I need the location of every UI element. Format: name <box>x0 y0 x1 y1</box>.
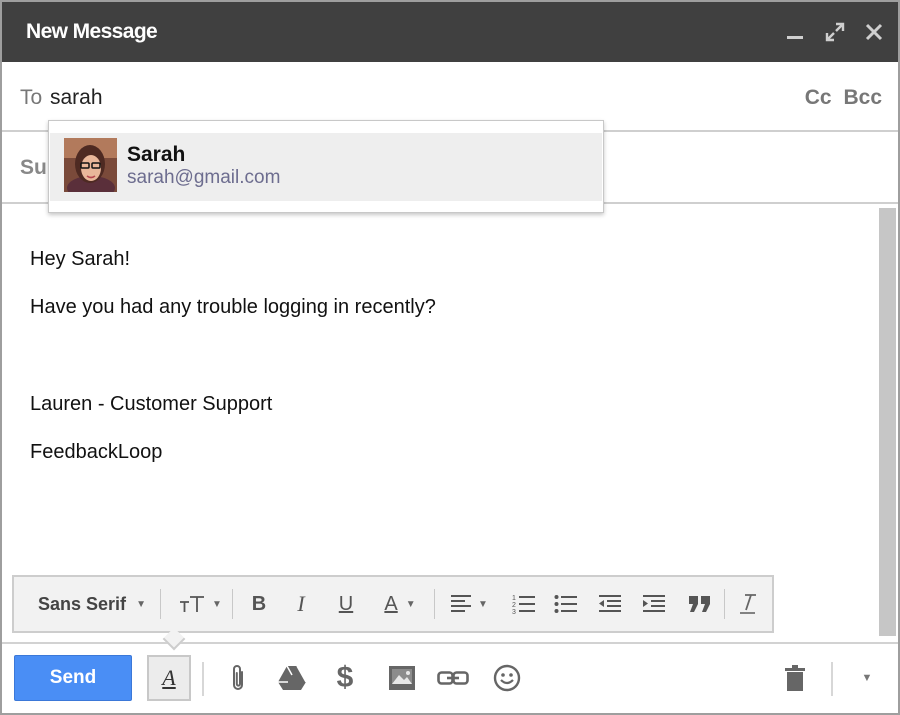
toolbar-divider <box>434 589 435 619</box>
align-icon[interactable]: ▼ <box>440 577 498 631</box>
indent-less-icon[interactable] <box>588 577 632 631</box>
minimize-icon[interactable] <box>780 16 810 48</box>
compose-header: New Message <box>2 2 898 62</box>
attach-icon[interactable] <box>218 656 258 700</box>
expand-icon[interactable] <box>820 16 850 48</box>
toolbar-divider <box>831 662 833 696</box>
suggestion-name: Sarah <box>127 143 186 166</box>
avatar <box>64 138 117 192</box>
close-icon[interactable] <box>859 16 889 48</box>
to-input[interactable]: sarah <box>50 86 103 110</box>
svg-text:2: 2 <box>512 602 516 609</box>
formatting-icon: A <box>162 665 176 690</box>
toolbar-divider <box>724 589 725 619</box>
money-icon[interactable]: $ <box>325 656 365 700</box>
bcc-link[interactable]: Bcc <box>843 86 882 109</box>
chevron-down-icon: ▼ <box>861 672 873 684</box>
autocomplete-suggestion[interactable]: Sarah sarah@gmail.com <box>50 133 602 201</box>
more-options-icon[interactable]: ▼ <box>847 656 887 700</box>
cc-link[interactable]: Cc <box>805 86 832 109</box>
trash-icon[interactable] <box>775 656 815 700</box>
chevron-down-icon: ▼ <box>405 598 416 610</box>
bold-icon[interactable]: B <box>238 577 280 631</box>
font-family-select[interactable]: Sans Serif ▼ <box>30 577 154 631</box>
cc-bcc-links: Cc Bcc <box>799 86 882 110</box>
text-color-icon[interactable]: A ▼ <box>370 577 430 631</box>
body-line-signature-name: Lauren - Customer Support <box>30 393 273 415</box>
body-line-signature-company: FeedbackLoop <box>30 441 163 463</box>
subject-placeholder: Su <box>20 156 47 179</box>
toolbar-divider <box>232 589 233 619</box>
emoji-icon[interactable] <box>487 656 527 700</box>
suggestion-email: sarah@gmail.com <box>127 167 281 188</box>
chevron-down-icon: ▼ <box>478 598 488 610</box>
toolbar-divider <box>202 662 204 696</box>
svg-text:3: 3 <box>512 609 516 615</box>
compose-window: New Message To sarah Cc Bcc Su Hey Sarah… <box>0 0 900 715</box>
chevron-down-icon: ▼ <box>212 598 222 610</box>
body-scrollbar[interactable] <box>879 208 896 636</box>
font-size-icon[interactable]: ▼ <box>170 577 230 631</box>
numbered-list-icon[interactable]: 1 2 3 <box>504 577 544 631</box>
bulleted-list-icon[interactable] <box>546 577 586 631</box>
photo-icon[interactable] <box>382 656 422 700</box>
svg-text:1: 1 <box>512 595 516 602</box>
quote-icon[interactable] <box>678 577 722 631</box>
compose-bottom-toolbar: Send A $ ▼ <box>2 642 898 713</box>
window-title: New Message <box>26 20 158 43</box>
body-line-greeting: Hey Sarah! <box>30 248 131 270</box>
body-line-question: Have you had any trouble logging in rece… <box>30 296 436 318</box>
drive-icon[interactable] <box>272 656 312 700</box>
chevron-down-icon: ▼ <box>136 598 146 610</box>
underline-icon[interactable]: U <box>324 577 368 631</box>
font-family-label: Sans Serif <box>38 593 127 614</box>
to-label: To <box>20 86 43 109</box>
italic-icon[interactable]: I <box>280 577 322 631</box>
indent-more-icon[interactable] <box>632 577 676 631</box>
toolbar-divider <box>160 589 161 619</box>
remove-formatting-icon[interactable] <box>730 577 766 631</box>
link-icon[interactable] <box>433 656 473 700</box>
send-button[interactable]: Send <box>14 655 132 701</box>
formatting-options-button[interactable]: A <box>147 655 191 701</box>
autocomplete-dropdown: Sarah sarah@gmail.com <box>48 120 604 213</box>
formatting-toolbar: Sans Serif ▼ ▼ B I U A ▼ ▼ 1 2 3 <box>12 575 774 633</box>
